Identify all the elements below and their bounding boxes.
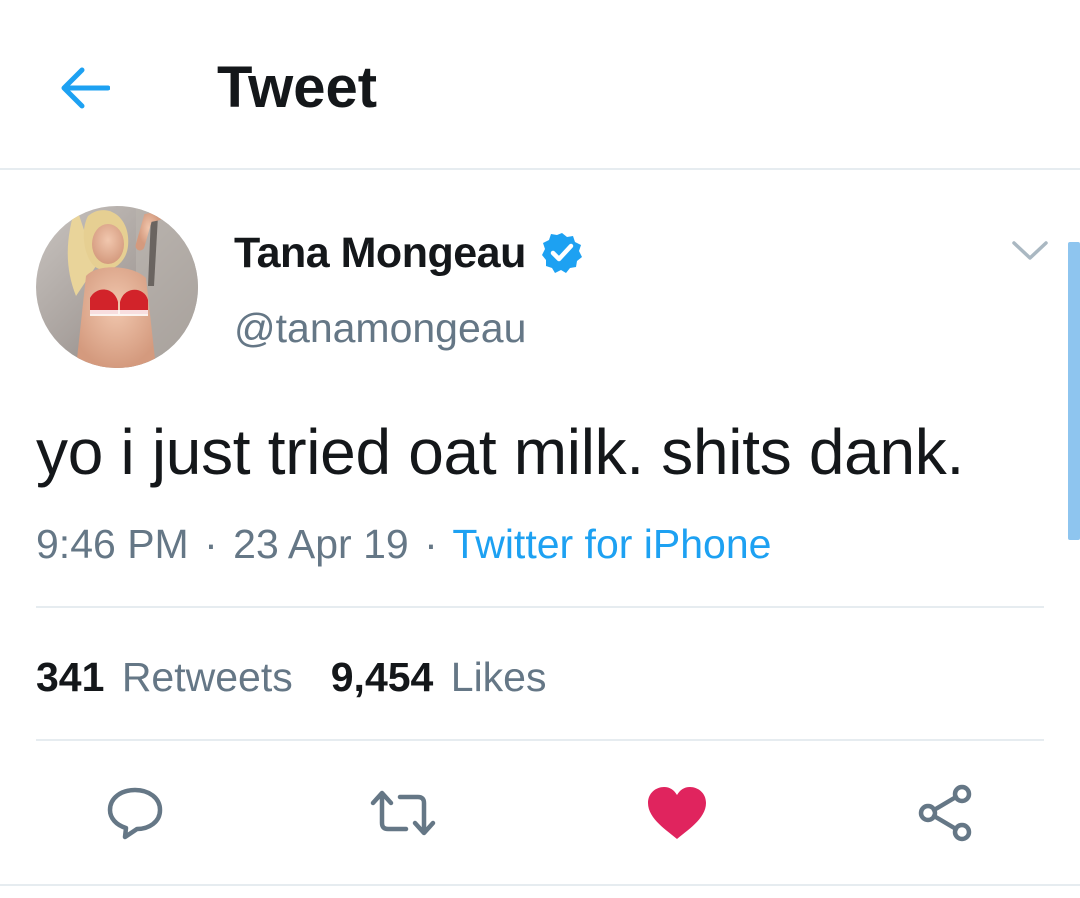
meta-separator: · bbox=[204, 521, 218, 567]
reply-button[interactable] bbox=[102, 780, 168, 846]
like-icon bbox=[648, 787, 706, 839]
divider bbox=[36, 606, 1044, 608]
author-handle[interactable]: @tanamongeau bbox=[234, 302, 526, 354]
scrollbar[interactable] bbox=[1068, 242, 1080, 540]
divider bbox=[0, 884, 1080, 886]
share-icon bbox=[918, 784, 972, 842]
tweet-stats: 341 Retweets 9,454 Likes bbox=[36, 650, 584, 704]
author-name-row: Tana Mongeau bbox=[234, 226, 584, 280]
avatar-photo bbox=[36, 206, 198, 368]
retweets-count: 341 bbox=[36, 654, 105, 700]
retweets-label: Retweets bbox=[121, 654, 293, 700]
retweet-icon bbox=[370, 790, 436, 836]
tweet-menu-button[interactable] bbox=[1008, 232, 1052, 268]
avatar[interactable] bbox=[36, 206, 198, 368]
like-button[interactable] bbox=[644, 780, 710, 846]
tweet-source-link[interactable]: Twitter for iPhone bbox=[452, 521, 771, 567]
retweets-stat[interactable]: 341 Retweets bbox=[36, 650, 293, 704]
reply-icon bbox=[107, 787, 163, 840]
tweet-time: 9:46 PM bbox=[36, 521, 189, 567]
meta-separator: · bbox=[424, 521, 438, 567]
share-button[interactable] bbox=[912, 780, 978, 846]
likes-stat[interactable]: 9,454 Likes bbox=[331, 650, 547, 704]
arrow-left-icon bbox=[61, 67, 110, 109]
top-bar: Tweet bbox=[0, 0, 1080, 170]
page-title: Tweet bbox=[217, 55, 378, 120]
tweet-date: 23 Apr 19 bbox=[233, 521, 409, 567]
tweet-meta: 9:46 PM · 23 Apr 19 · Twitter for iPhone bbox=[36, 518, 771, 570]
likes-label: Likes bbox=[450, 654, 547, 700]
verified-badge-icon bbox=[541, 233, 582, 273]
divider bbox=[36, 739, 1044, 741]
tweet-detail-page: Tweet Tana Mongeau @tanamongeau yo i jus… bbox=[0, 0, 1080, 898]
retweet-button[interactable] bbox=[370, 780, 436, 846]
tweet-text: yo i just tried oat milk. shits dank. bbox=[36, 416, 964, 488]
back-button[interactable] bbox=[52, 56, 116, 120]
author-name[interactable]: Tana Mongeau bbox=[234, 226, 526, 280]
likes-count: 9,454 bbox=[330, 654, 434, 700]
chevron-down-icon bbox=[1012, 241, 1048, 260]
